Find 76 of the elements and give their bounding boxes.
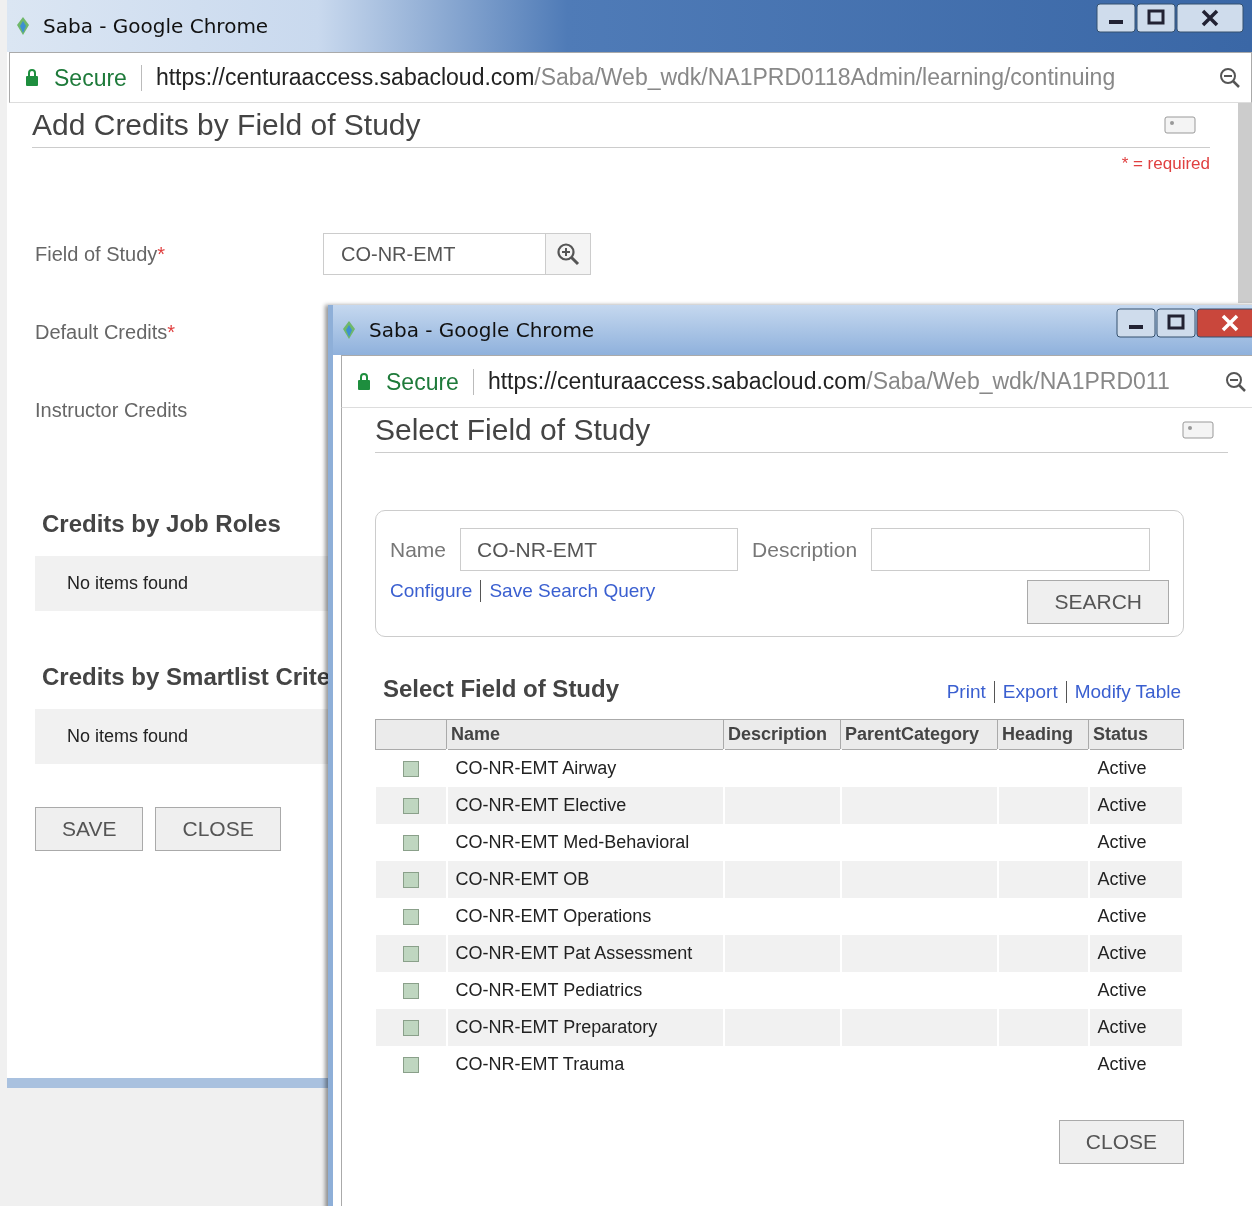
url-text[interactable]: https://centuraaccess.sabacloud.com/Saba/Web_wdk/NA1PRD011 bbox=[487, 368, 1225, 395]
column-header[interactable]: Name bbox=[446, 719, 724, 750]
scrollbar[interactable] bbox=[1238, 103, 1252, 303]
checkbox[interactable] bbox=[402, 909, 419, 926]
section-title: Credits by Smartlist Crite bbox=[42, 663, 331, 691]
checkbox[interactable] bbox=[402, 946, 419, 963]
table-cell: CO-NR-EMT Operations bbox=[455, 906, 652, 926]
field-label: Field of Study bbox=[35, 242, 158, 266]
close-button[interactable]: CLOSE bbox=[1058, 1120, 1184, 1164]
window-title: Saba - Google Chrome bbox=[43, 14, 269, 38]
table-cell: Active bbox=[1097, 869, 1147, 889]
zoom-icon[interactable] bbox=[1225, 370, 1247, 393]
description-field[interactable] bbox=[871, 528, 1151, 571]
link[interactable]: Save Search Query bbox=[489, 580, 656, 602]
column-header[interactable]: Heading bbox=[997, 719, 1089, 750]
action-button[interactable]: CLOSE bbox=[155, 807, 281, 851]
table-cell: CO-NR-EMT Trauma bbox=[455, 1054, 625, 1074]
lock-icon bbox=[356, 371, 372, 392]
section-title: Credits by Job Roles bbox=[42, 510, 281, 538]
page-title: Select Field of Study bbox=[375, 413, 651, 447]
tag-icon[interactable] bbox=[1182, 420, 1214, 440]
field-label: Default Credits bbox=[35, 320, 168, 344]
table-cell: CO-NR-EMT Pat Assessment bbox=[455, 943, 693, 963]
name-field[interactable]: CO-NR-EMT bbox=[460, 528, 739, 571]
zoom-in-icon[interactable] bbox=[556, 242, 580, 266]
zoom-icon[interactable] bbox=[1219, 66, 1241, 89]
checkbox[interactable] bbox=[402, 1057, 419, 1074]
app-logo-icon bbox=[15, 15, 31, 37]
column-header[interactable]: ParentCategory bbox=[840, 719, 998, 750]
table-cell: CO-NR-EMT Elective bbox=[455, 795, 627, 815]
table-cell: Active bbox=[1097, 795, 1147, 815]
maximize-icon[interactable] bbox=[1136, 3, 1176, 33]
link[interactable]: Export bbox=[1002, 681, 1058, 703]
column-header[interactable]: Status bbox=[1088, 719, 1183, 750]
secure-label: Secure bbox=[386, 368, 474, 395]
table-cell: Active bbox=[1097, 1054, 1147, 1074]
column-header[interactable]: Description bbox=[723, 719, 841, 750]
lookup-field[interactable]: CO-NR-EMT bbox=[323, 233, 591, 275]
app-logo-icon bbox=[341, 319, 357, 341]
lock-icon bbox=[24, 67, 40, 88]
checkbox[interactable] bbox=[402, 761, 419, 778]
section-title: Select Field of Study bbox=[383, 675, 620, 703]
required-mark: * bbox=[157, 242, 166, 266]
action-button[interactable]: SAVE bbox=[35, 807, 144, 851]
table-cell: Active bbox=[1097, 1017, 1147, 1037]
required-mark: * bbox=[167, 320, 176, 344]
table-cell: CO-NR-EMT Pediatrics bbox=[455, 980, 643, 1000]
table-cell: Active bbox=[1097, 906, 1147, 926]
close-icon[interactable] bbox=[1176, 3, 1244, 33]
field-label: Instructor Credits bbox=[35, 398, 188, 422]
window-title: Saba - Google Chrome bbox=[369, 318, 595, 342]
search-button[interactable]: SEARCH bbox=[1027, 580, 1169, 624]
table-cell: CO-NR-EMT Preparatory bbox=[455, 1017, 658, 1037]
minimize-icon[interactable] bbox=[1116, 308, 1156, 338]
link[interactable]: Modify Table bbox=[1074, 681, 1181, 703]
checkbox[interactable] bbox=[402, 983, 419, 1000]
tag-icon[interactable] bbox=[1164, 115, 1196, 135]
minimize-icon[interactable] bbox=[1096, 3, 1136, 33]
close-icon[interactable] bbox=[1196, 308, 1252, 338]
checkbox[interactable] bbox=[402, 835, 419, 852]
required-note: * = required bbox=[1120, 154, 1210, 174]
checkbox[interactable] bbox=[402, 798, 419, 815]
page-title: Add Credits by Field of Study bbox=[32, 108, 421, 142]
secure-label: Secure bbox=[54, 64, 142, 91]
table-cell: CO-NR-EMT OB bbox=[455, 869, 590, 889]
link[interactable]: Configure bbox=[390, 580, 473, 602]
maximize-icon[interactable] bbox=[1156, 308, 1196, 338]
table-cell: Active bbox=[1097, 832, 1147, 852]
url-text[interactable]: https://centuraaccess.sabacloud.com/Saba/Web_wdk/NA1PRD0118Admin/learning/continuing bbox=[155, 64, 1219, 91]
table-cell: Active bbox=[1097, 943, 1147, 963]
link[interactable]: Print bbox=[946, 681, 986, 703]
checkbox[interactable] bbox=[402, 1020, 419, 1037]
table-header-cell bbox=[375, 719, 447, 750]
table-cell: Active bbox=[1097, 980, 1147, 1000]
table-cell: CO-NR-EMT Med-Behavioral bbox=[455, 832, 690, 852]
checkbox[interactable] bbox=[402, 872, 419, 889]
